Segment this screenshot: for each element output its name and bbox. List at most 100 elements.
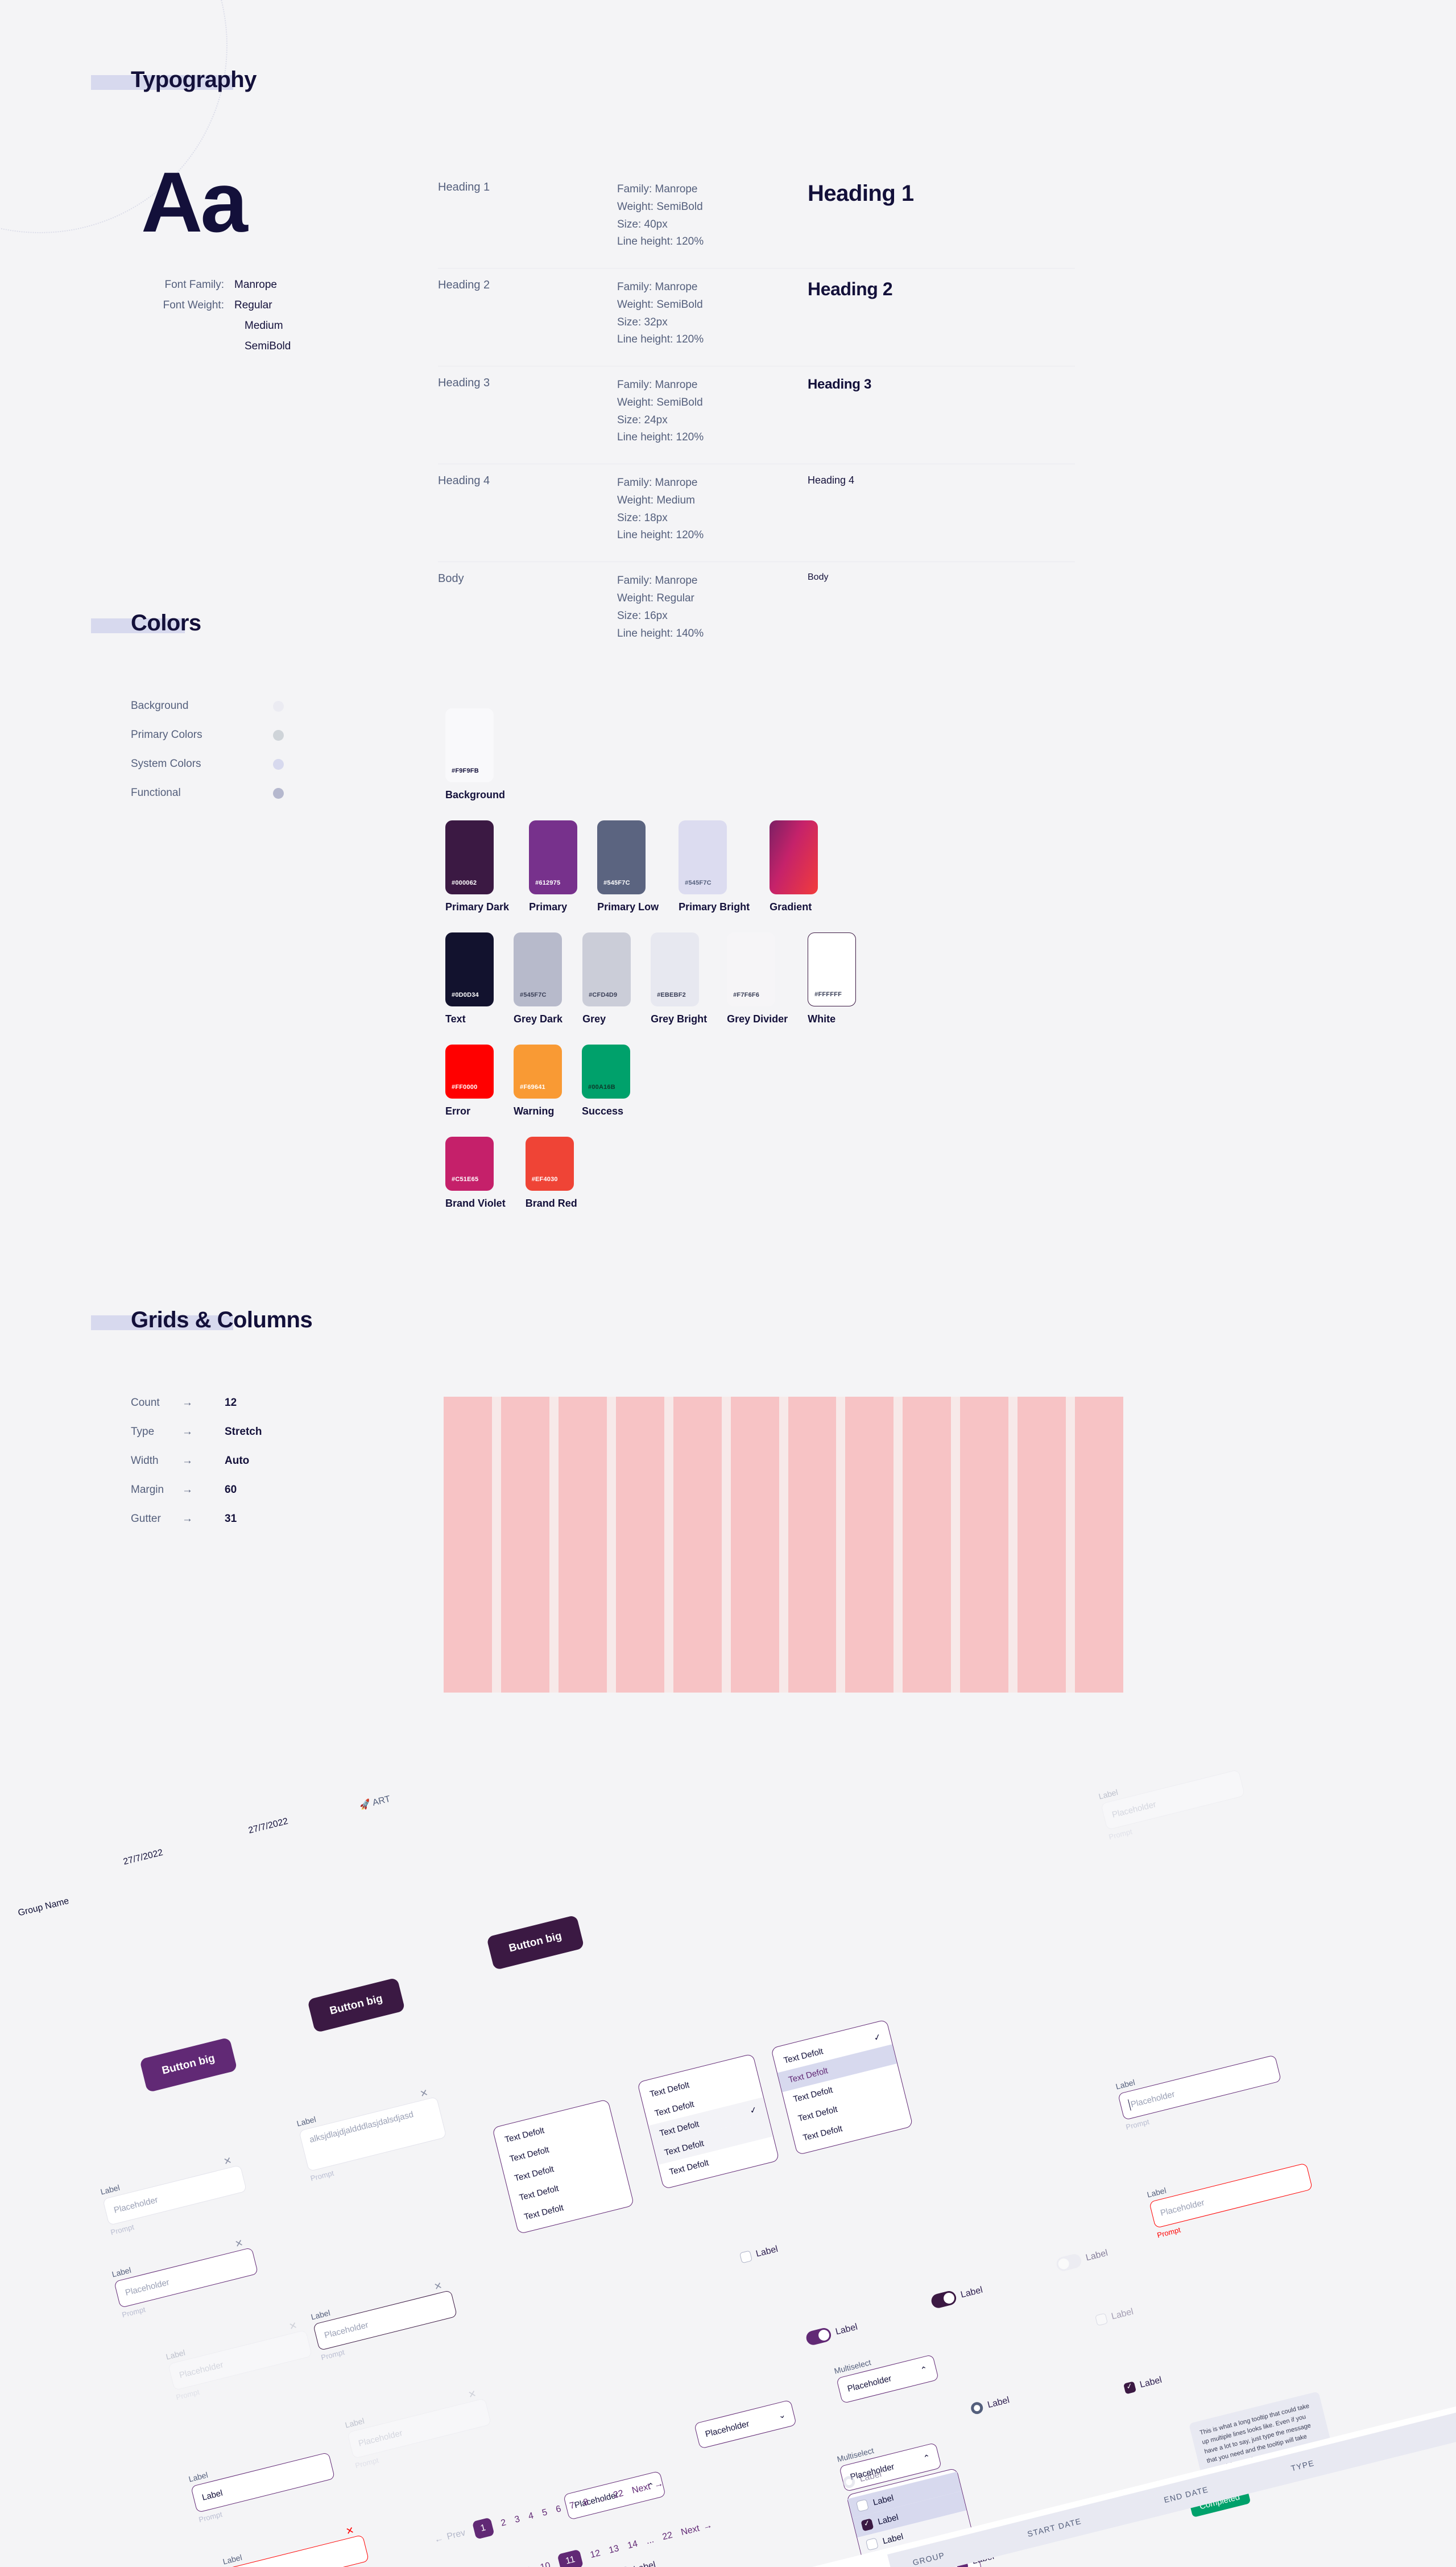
button-big-dark-hover[interactable]: Button big	[307, 1977, 406, 2033]
page-last[interactable]: 22	[613, 2488, 625, 2501]
chevron-up-icon[interactable]: ⌃	[920, 2364, 929, 2376]
next-button[interactable]: Next →	[631, 2479, 664, 2496]
swatch-chip[interactable]: #0D0D34	[445, 932, 494, 1006]
input-field-disabled: Label ✕ Placeholder Prompt	[165, 2318, 315, 2401]
section-heading-grids: Grids & Columns	[91, 1309, 313, 1331]
chevron-up-icon[interactable]: ⌃	[923, 2452, 932, 2464]
grid-column	[960, 1397, 1009, 1693]
color-swatch[interactable]: Gradient	[770, 820, 818, 913]
input-field-hover[interactable]: Label ✕ Placeholder Prompt	[111, 2236, 261, 2319]
page-number[interactable]: 5	[541, 2507, 548, 2519]
checkbox-icon[interactable]	[855, 2499, 869, 2512]
page-number[interactable]: 14	[627, 2539, 639, 2552]
page-number[interactable]: 8	[582, 2497, 590, 2508]
arrow-right-icon: →	[702, 2520, 713, 2532]
column-header[interactable]: GROUP	[912, 2551, 946, 2567]
color-swatch[interactable]: #000062 Primary Dark	[445, 820, 509, 913]
page-number[interactable]: 6	[555, 2504, 562, 2515]
color-swatch[interactable]: #0D0D34 Text	[445, 932, 494, 1025]
swatch-chip[interactable]: #FF0000	[445, 1045, 494, 1099]
toggle-switch[interactable]	[930, 2289, 958, 2310]
swatch-chip[interactable]	[770, 820, 818, 894]
checkbox-icon[interactable]	[1123, 2381, 1137, 2395]
textarea-filled[interactable]: Label ✕ alksjdlajdjaldddlasjdalsdjasd Pro…	[296, 2085, 449, 2183]
toggle-on-dark[interactable]: Label	[930, 2283, 984, 2310]
swatch-chip[interactable]: #00A16B	[582, 1045, 630, 1099]
page-last[interactable]: 22	[661, 2530, 674, 2543]
color-swatch[interactable]: #612975 Primary	[529, 820, 578, 913]
swatch-chip[interactable]: #EF4030	[525, 1137, 574, 1191]
dropdown-list-checked[interactable]: Text Defolt Text Defolt Text Defolt ✓ Te…	[637, 2053, 780, 2190]
select-collapsed[interactable]: Placeholder ⌄	[694, 2399, 797, 2449]
next-button[interactable]: Next →	[680, 2520, 714, 2538]
checkbox-icon[interactable]	[861, 2518, 874, 2532]
column-header[interactable]: END DATE	[1163, 2485, 1210, 2504]
checkbox-icon[interactable]	[865, 2537, 879, 2551]
input-field-error-right[interactable]: Label Placeholder Prompt	[1146, 2151, 1316, 2239]
button-big-primary[interactable]: Button big	[139, 2037, 238, 2093]
color-swatch[interactable]: #F9F9FB Background	[445, 708, 505, 801]
multiselect-collapsed[interactable]: Multiselect Placeholder ⌃	[833, 2343, 940, 2404]
swatch-chip[interactable]: #000062	[445, 820, 494, 894]
toggle-switch[interactable]	[805, 2326, 833, 2347]
page-number[interactable]: 2	[500, 2518, 507, 2529]
color-swatch[interactable]: #545F7C Grey Dark	[514, 932, 562, 1025]
color-swatch[interactable]: #F69641 Warning	[514, 1045, 562, 1117]
column-header[interactable]: START DATE	[1027, 2516, 1083, 2539]
radio-icon[interactable]	[970, 2400, 985, 2416]
color-swatch[interactable]: #C51E65 Brand Violet	[445, 1137, 506, 1210]
swatch-chip[interactable]: #CFD4D9	[582, 932, 631, 1006]
swatch-chip[interactable]: #F69641	[514, 1045, 562, 1099]
color-swatch[interactable]: #FFFFFF White	[808, 932, 857, 1025]
color-swatch[interactable]: #FF0000 Error	[445, 1045, 494, 1117]
input-field-default[interactable]: Label ✕ Placeholder Prompt	[100, 2153, 250, 2236]
swatch-chip[interactable]: #545F7C	[597, 820, 646, 894]
input-field-focused[interactable]: Label Placeholder Prompt	[1115, 2043, 1284, 2131]
swatch-chip[interactable]: #F7F6F6	[727, 932, 776, 1006]
button-big-dark[interactable]: Button big	[486, 1914, 585, 1971]
column-header[interactable]: TYPE	[1290, 2458, 1315, 2473]
color-swatch[interactable]: #545F7C Primary Low	[597, 820, 659, 913]
color-swatch[interactable]: #CFD4D9 Grey	[582, 932, 631, 1025]
color-swatch[interactable]: #00A16B Success	[582, 1045, 630, 1117]
chevron-down-icon[interactable]: ⌄	[777, 2409, 787, 2421]
page-number[interactable]: 10	[539, 2561, 552, 2567]
type-spec: Family: Manrope Weight: SemiBold Size: 2…	[617, 377, 808, 447]
page-current[interactable]: 1	[471, 2517, 495, 2540]
dropdown-list-hover[interactable]: Text Defolt ✓ Text Defolt Text Defolt Te…	[771, 2019, 913, 2156]
swatch-chip[interactable]: #F9F9FB	[445, 708, 494, 782]
prev-button[interactable]: ← Prev	[433, 2528, 467, 2545]
radio-selected[interactable]: Label	[970, 2394, 1011, 2416]
checkbox-checked-dark[interactable]: Label	[1123, 2375, 1163, 2395]
page-number[interactable]: 7	[569, 2500, 576, 2512]
input-field-filled[interactable]: Label Label Prompt	[188, 2441, 338, 2524]
page-number[interactable]: 4	[527, 2511, 535, 2522]
color-swatch[interactable]: #EF4030 Brand Red	[525, 1137, 577, 1210]
checkbox-outline[interactable]: Label	[617, 2560, 657, 2567]
dropdown-list-plain[interactable]: Text Defolt Text Defolt Text Defolt Text…	[492, 2099, 635, 2235]
checkbox-icon[interactable]	[739, 2250, 753, 2264]
checkbox-unchecked[interactable]: Label	[739, 2244, 779, 2264]
swatch-chip[interactable]: #FFFFFF	[808, 932, 857, 1006]
swatch-chip[interactable]: #545F7C	[679, 820, 727, 894]
page-number[interactable]: 12	[589, 2548, 602, 2561]
swatch-chip[interactable]: #EBEBF2	[651, 932, 700, 1006]
swatch-chip[interactable]: #545F7C	[514, 932, 562, 1006]
page-number[interactable]: 13	[608, 2544, 621, 2556]
swatch-chip[interactable]: #612975	[529, 820, 578, 894]
page-current[interactable]: 11	[557, 2549, 584, 2567]
page-number[interactable]: 3	[514, 2514, 521, 2525]
color-swatch[interactable]: #545F7C Primary Bright	[679, 820, 750, 913]
field-placeholder: Placeholder	[357, 2428, 404, 2449]
toggle-off[interactable]: Label	[1055, 2246, 1109, 2273]
option-label: Label	[876, 2512, 900, 2527]
toggle-on-violet[interactable]: Label	[805, 2320, 859, 2347]
input-field-dark[interactable]: Label ✕ Placeholder Prompt	[310, 2279, 460, 2362]
toggle-switch[interactable]	[1055, 2252, 1083, 2273]
input-field-error[interactable]: Label ✕Placeholder Prompt	[222, 2523, 372, 2567]
spec-family: Family: Manrope	[617, 575, 698, 587]
color-swatch[interactable]: #F7F6F6 Grey Divider	[727, 932, 788, 1025]
color-swatch[interactable]: #EBEBF2 Grey Bright	[651, 932, 707, 1025]
type-name: Heading 4	[438, 474, 490, 488]
swatch-chip[interactable]: #C51E65	[445, 1137, 494, 1191]
